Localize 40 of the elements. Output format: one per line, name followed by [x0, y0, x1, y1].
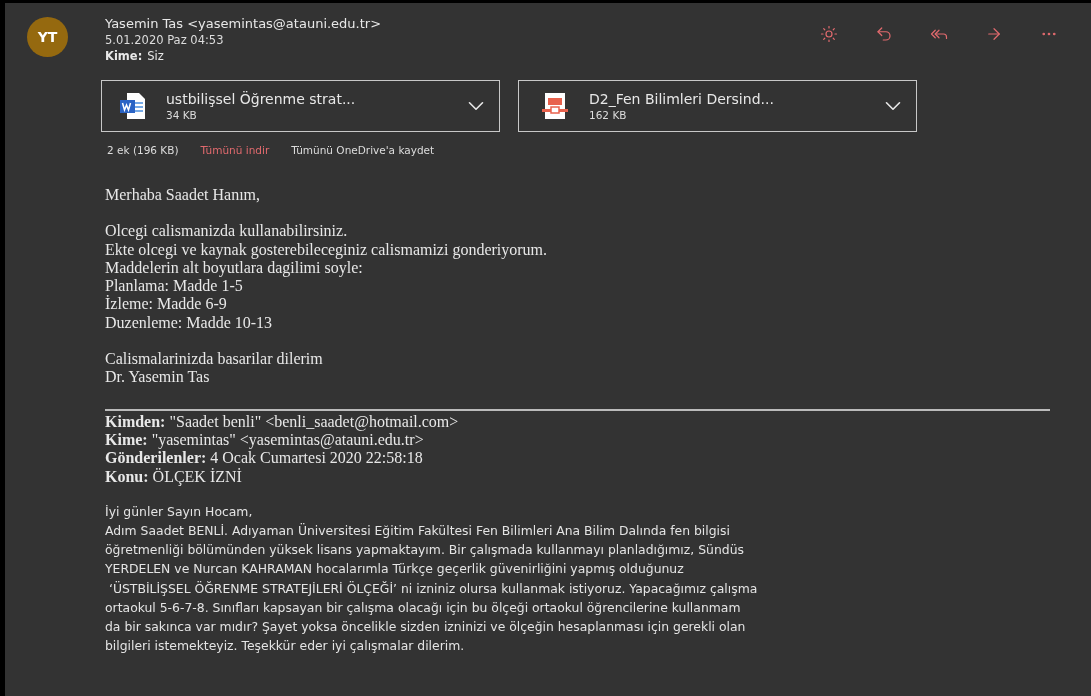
- message-line: İzleme: Madde 6-9: [105, 295, 228, 314]
- save-to-onedrive-link[interactable]: Tümünü OneDrive'a kaydet: [291, 144, 435, 156]
- quoted-message-line: öğretmenliği bölümünden yüksek lisans yapmaktayım. Bir çalışmada kullanmayı planladığımız, Sündüs: [105, 541, 745, 560]
- reply-icon[interactable]: [875, 25, 893, 43]
- quoted-message-line: da bir sakınca var mıdır? Şayet yoksa öncelikle sizden izninizi ve ölçeğin hesaplanması için gerekli olan: [105, 618, 747, 637]
- sun-icon[interactable]: [820, 25, 838, 43]
- message-line: Olcegi calismanizda kullanabilirsiniz.: [105, 222, 349, 241]
- forward-icon[interactable]: [985, 25, 1003, 43]
- quoted-message-line: ‘ÜSTBİLİŞSEL ÖĞRENME STRATEJİLERİ ÖLÇEĞİ’ ni izniniz olursa kullanmak istiyoruz. Yapacağımız çalışma: [107, 579, 759, 598]
- message-line: Calismalarinizda basarilar dilerim: [105, 350, 324, 369]
- message-line: Ekte olcegi ve kaynak gosterebileceginiz calismamizi gonderiyorum.: [105, 240, 549, 259]
- message-line: Planlama: Madde 1-5: [105, 277, 244, 295]
- quoted-header-line: Kimden: "Saadet benli" <benli_saadet@hotmail.com>: [105, 412, 460, 431]
- attachment-name: ustbilişsel Öğrenme strat...: [166, 90, 357, 108]
- sender-name: Yasemin Tas <yasemintas@atauni.edu.tr>: [105, 16, 383, 32]
- attachment-card[interactable]: D2_Fen Bilimleri Dersind... 162 KB: [518, 80, 917, 132]
- attachment-summary: 2 ek (196 KB): [107, 144, 179, 156]
- quoted-message-line: İyi günler Sayın Hocam,: [105, 502, 254, 521]
- quoted-message-line: YERDELEN ve Nurcan KAHRAMAN hocalarımla Türkçe geçerlik güvenirliğini yapmış olduğunuz: [105, 560, 685, 579]
- message-line: Maddelerin alt boyutlara dagilimi soyle:: [105, 258, 363, 278]
- message-line: Dr. Yasemin Tas: [105, 368, 211, 387]
- attachment-card[interactable]: ustbilişsel Öğrenme strat... 34 KB: [101, 80, 500, 132]
- recipient-label: Kime:: [105, 48, 143, 64]
- sent-date: 5.01.2020 Paz 04:53: [105, 32, 225, 48]
- recipient: Siz: [147, 48, 164, 64]
- quoted-message-line: Adım Saadet BENLİ. Adıyaman Üniversitesi Eğitim Fakültesi Fen Bilimleri Ana Bilim Dalında fen bilgisi: [105, 522, 731, 541]
- quoted-header-line: Gönderilenler: 4 Ocak Cumartesi 2020 22:58:18: [105, 449, 424, 468]
- attachment-name: D2_Fen Bilimleri Dersind...: [589, 90, 775, 108]
- quoted-message-line: bilgileri istemekteyiz. Teşekkür eder iyi çalışmalar dilerim.: [105, 637, 466, 656]
- sender-avatar: YT: [27, 17, 68, 57]
- attachment-size: 162 KB: [589, 108, 628, 122]
- message-line: Merhaba Saadet Hanım,: [105, 186, 262, 205]
- quoted-message-line: ortaokul 5-6-7-8. Sınıfları kapsayan bir çalışma olacağı için bu ölçeği ortaokul öğrencilerine kullanmam: [105, 598, 742, 617]
- message-line: Duzenleme: Madde 10-13: [105, 313, 274, 333]
- quoted-header-line: Konu: ÖLÇEK İZNİ: [105, 467, 243, 486]
- quoted-header-line: Kime: "yasemintas" <yasemintas@atauni.edu.tr>: [105, 430, 424, 450]
- attachment-size: 34 KB: [166, 108, 198, 122]
- word-document-icon: [120, 92, 146, 120]
- pdf-document-icon: [541, 92, 569, 120]
- download-all-link[interactable]: Tümünü indir: [200, 144, 270, 156]
